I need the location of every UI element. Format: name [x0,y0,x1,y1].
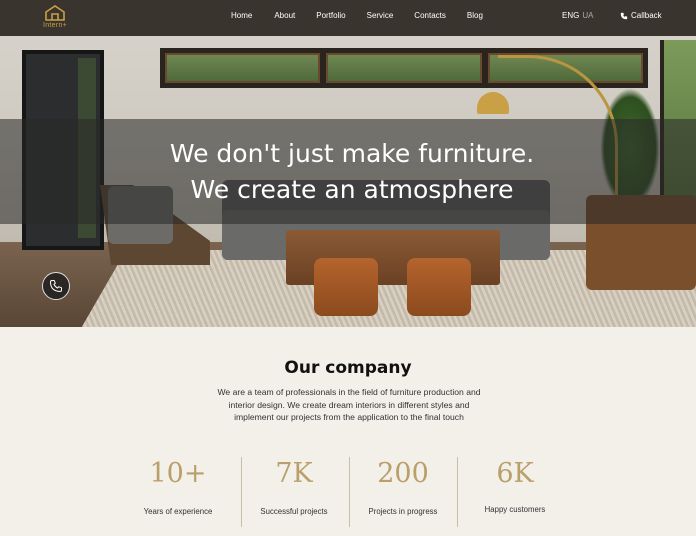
nav-contacts[interactable]: Contacts [414,11,446,20]
stat-item: 200 Projects in progress [347,460,459,516]
main-menu: Home About Portfolio Service Contacts Bl… [225,11,483,20]
stat-label: Years of experience [143,507,213,516]
phone-icon [49,280,62,293]
lang-eng[interactable]: ENG [562,11,579,20]
stat-label: Successful projects [260,507,328,516]
stat-value: 6K [496,458,534,489]
stat-value: 10+ [149,458,207,489]
stat-item: 6K Happy customers [459,460,571,514]
hero-pouf-right [407,258,471,316]
nav-service[interactable]: Service [367,11,394,20]
stat-item: 7K Successful projects [238,460,350,516]
hero-title-band [0,119,696,224]
stat-label: Happy customers [484,505,546,514]
language-switcher[interactable]: ENG UA [562,11,593,20]
phone-icon [620,12,628,19]
stat-item: 10+ Years of experience [122,460,234,516]
stat-divider [457,457,458,527]
hero-title-line1: We don't just make furniture. [169,139,535,168]
logo[interactable]: Intern+ [41,5,69,31]
house-icon [45,5,65,21]
callback-label: Callback [631,11,662,20]
company-description: We are a team of professionals in the fi… [217,387,481,422]
hero-pouf-left [314,258,378,316]
hero-section: We don't just make furniture. We create … [0,0,696,327]
lang-ua[interactable]: UA [582,11,593,20]
floating-phone-button[interactable] [42,272,70,300]
nav-home[interactable]: Home [231,11,252,20]
stat-label: Projects in progress [368,507,438,516]
stat-value: 7K [275,458,313,489]
section-title: Our company [284,358,412,378]
top-navigation: Intern+ Home About Portfolio Service Con… [0,0,696,36]
nav-about[interactable]: About [274,11,295,20]
nav-portfolio[interactable]: Portfolio [316,11,345,20]
logo-text: Intern+ [42,22,68,29]
hero-title-line2: We create an atmosphere [190,175,514,204]
nav-blog[interactable]: Blog [467,11,483,20]
callback-button[interactable]: Callback [620,11,662,20]
stat-value: 200 [377,458,429,489]
